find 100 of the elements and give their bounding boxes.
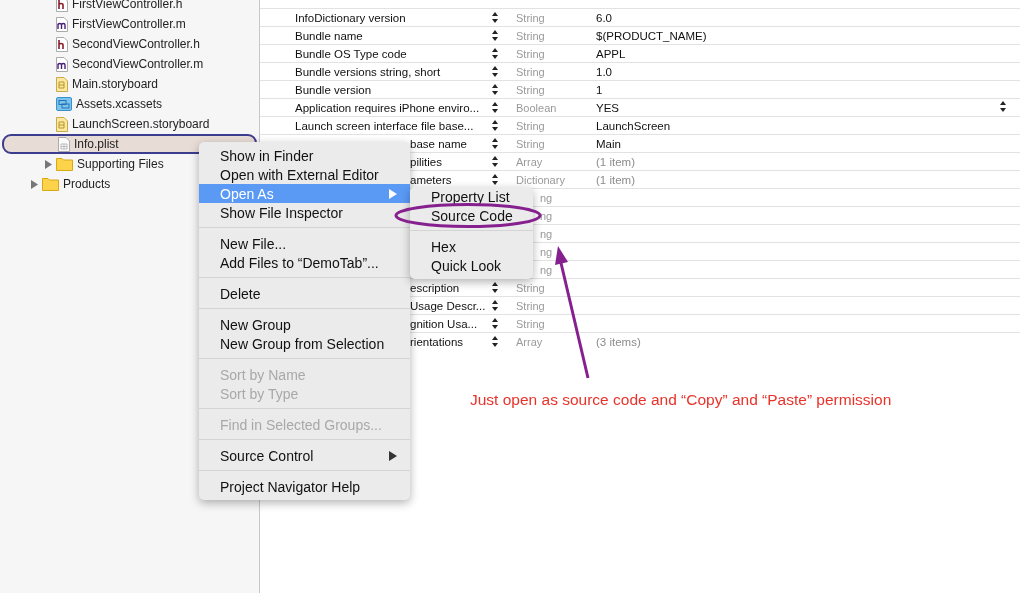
file-row[interactable]: SecondViewController.m [0,54,259,74]
type-cell: ng [540,191,553,204]
key-cell: Usage Descr... [410,299,486,312]
value-cell: (1 item) [596,173,635,186]
type-cell: String [516,281,545,294]
stepper-icon[interactable] [492,300,498,311]
type-cell: Boolean [516,101,557,114]
key-cell: Bundle OS Type code [295,47,407,60]
type-cell: ng [540,227,553,240]
menu-item[interactable]: Source Control [199,446,410,465]
submenu-arrow-icon [389,450,397,461]
stepper-icon[interactable] [492,156,498,167]
menu-item[interactable]: Source Code [410,206,533,225]
stepper-icon[interactable] [492,66,498,77]
stepper-icon[interactable] [492,282,498,293]
key-cell: pilities [410,155,442,168]
menu-item[interactable]: Quick Look [410,256,533,275]
stepper-icon[interactable] [492,138,498,149]
file-row[interactable]: FirstViewController.h [0,0,259,14]
menu-item[interactable]: Open with External Editor [199,165,410,184]
file-name: FirstViewController.m [72,17,186,31]
disclosure-triangle-icon[interactable] [44,159,52,169]
menu-item[interactable]: New Group [199,315,410,334]
file-row[interactable]: LaunchScreen.storyboard [0,114,259,134]
key-cell: gnition Usa... [410,317,478,330]
menu-item[interactable]: Show File Inspector [199,203,410,222]
type-cell: String [516,317,545,330]
folder-icon [56,157,73,171]
value-cell: $(PRODUCT_NAME) [596,29,707,42]
type-cell: String [516,29,545,42]
annotation-text: Just open as source code and “Copy” and “Paste” permission [470,391,892,409]
key-cell: Application requires iPhone enviro... [295,101,480,114]
stepper-icon[interactable] [492,30,498,41]
file-name: Products [63,177,111,191]
file-name: LaunchScreen.storyboard [72,117,210,131]
type-cell: String [516,137,545,150]
popup-stepper-icon[interactable] [1000,101,1006,112]
type-cell: Dictionary [516,173,565,186]
menu-item[interactable]: Property List [410,187,533,206]
storyboard-file-icon [56,116,68,132]
file-name: SecondViewController.h [72,37,200,51]
menu-item[interactable]: Project Navigator Help [199,477,410,496]
stepper-icon[interactable] [492,336,498,347]
type-cell: ng [540,245,553,258]
stepper-icon[interactable] [492,120,498,131]
stepper-icon[interactable] [492,102,498,113]
type-cell: String [516,65,545,78]
value-cell: 1 [596,83,603,96]
value-cell: YES [596,101,619,114]
disclosure-triangle-icon[interactable] [30,179,38,189]
type-cell: String [516,47,545,60]
value-cell: (3 items) [596,335,641,348]
file-row[interactable]: Assets.xcassets [0,94,259,114]
type-cell: ng [540,263,553,276]
stepper-icon[interactable] [492,318,498,329]
key-cell: InfoDictionary version [295,11,406,24]
folder-icon [42,177,59,191]
source-file-icon [56,56,68,72]
submenu-arrow-icon [389,188,397,199]
plist-file-icon [58,136,70,152]
type-cell: ng [540,209,553,222]
type-cell: String [516,299,545,312]
menu-item[interactable]: Delete [199,284,410,303]
file-name: SecondViewController.m [72,57,204,71]
key-cell: base name [410,137,467,150]
storyboard-file-icon [56,76,68,92]
file-row[interactable]: Main.storyboard [0,74,259,94]
value-cell: APPL [596,47,626,60]
key-cell: Bundle version [295,83,372,96]
value-cell: LaunchScreen [596,119,671,132]
key-cell: rientations [410,335,464,348]
key-cell: escription [410,281,460,294]
stepper-icon[interactable] [492,48,498,59]
file-name: Supporting Files [77,157,164,171]
type-cell: String [516,11,545,24]
stepper-icon[interactable] [492,84,498,95]
file-row[interactable]: SecondViewController.h [0,34,259,54]
menu-item[interactable]: New File... [199,234,410,253]
source-file-icon [56,16,68,32]
menu-item[interactable]: Hex [410,237,533,256]
type-cell: String [516,119,545,132]
file-name: FirstViewController.h [72,0,183,11]
type-cell: Array [516,335,543,348]
value-cell: 1.0 [596,65,612,78]
file-name: Info.plist [74,137,119,151]
value-cell: Main [596,137,621,150]
key-cell: ameters [410,173,452,186]
key-cell: Bundle name [295,29,363,42]
type-cell: Array [516,155,543,168]
header-file-icon [56,36,68,52]
stepper-icon[interactable] [492,12,498,23]
stepper-icon[interactable] [492,174,498,185]
file-row[interactable]: FirstViewController.m [0,14,259,34]
file-name: Assets.xcassets [76,97,163,111]
menu-item[interactable]: New Group from Selection [199,334,410,353]
menu-item[interactable]: Add Files to “DemoTab”... [199,253,410,272]
value-cell: 6.0 [596,11,612,24]
value-cell: (1 item) [596,155,635,168]
key-cell: Bundle versions string, short [295,65,441,78]
type-cell: String [516,83,545,96]
